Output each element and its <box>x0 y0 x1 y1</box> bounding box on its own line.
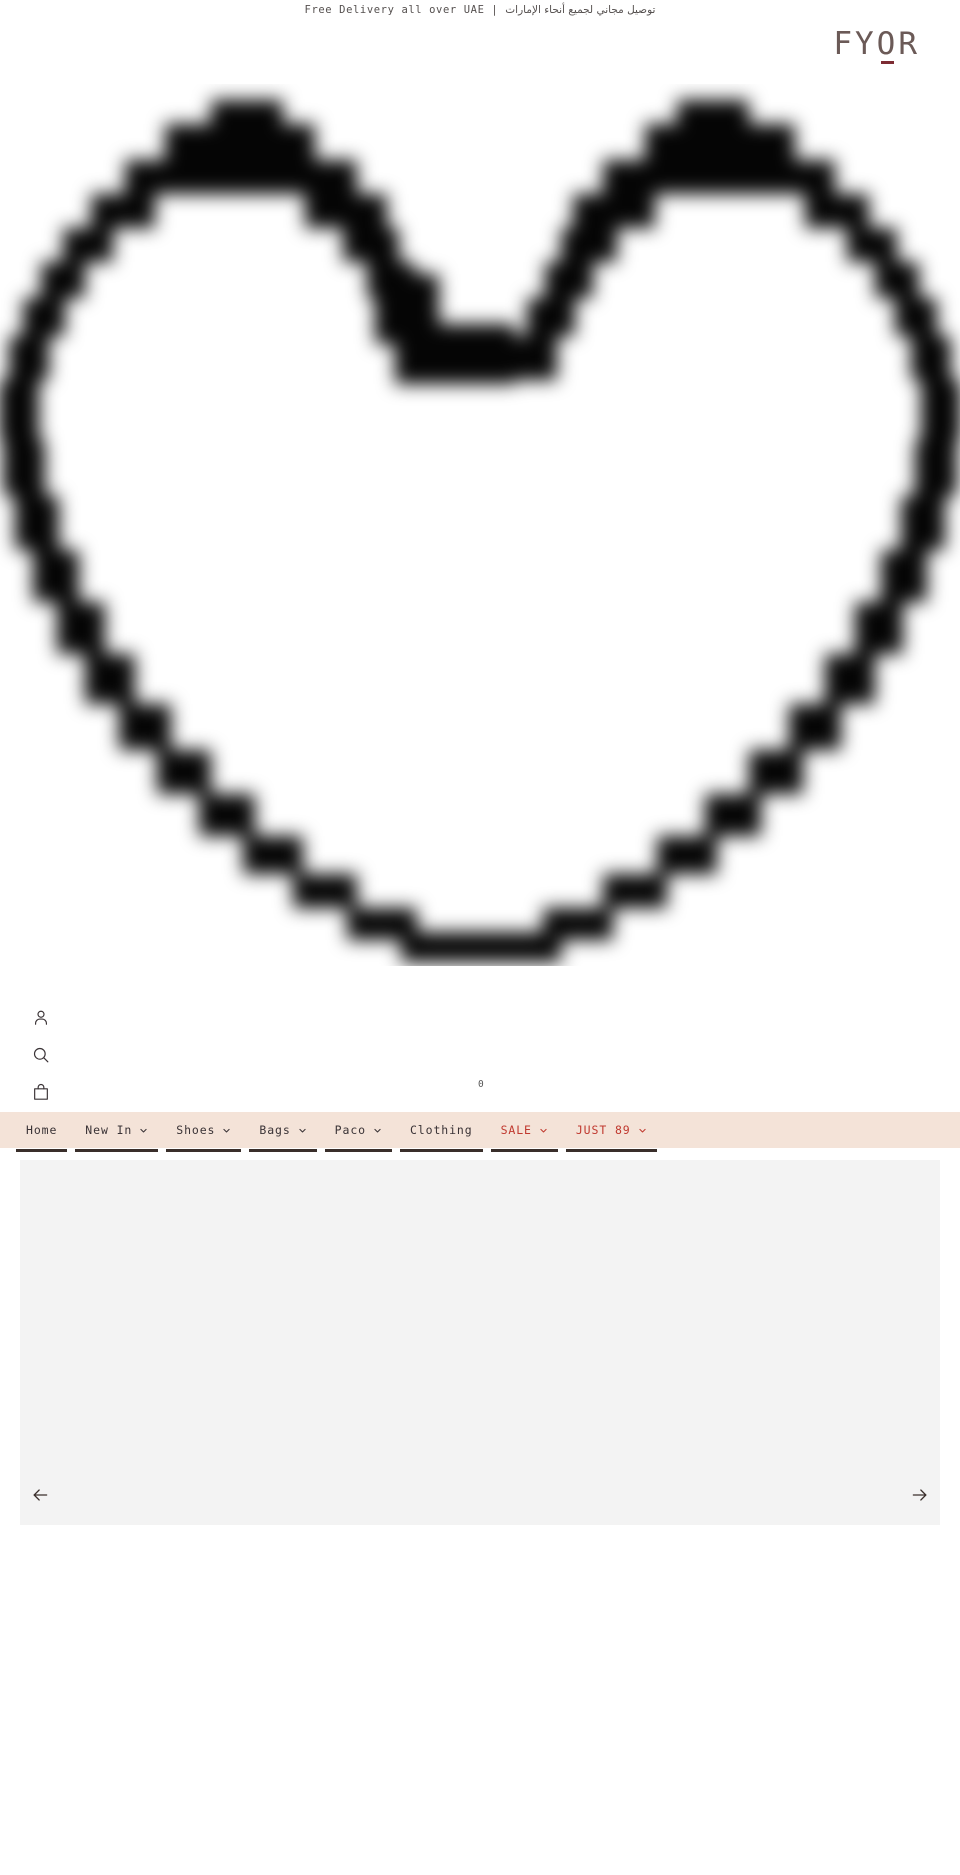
nav-item-just-89[interactable]: JUST 89 <box>562 1112 661 1152</box>
nav-underline <box>75 1149 159 1152</box>
nav-label: Paco <box>334 1123 366 1137</box>
chevron-down-icon <box>298 1126 307 1135</box>
announcement-bar: Free Delivery all over UAE | توصيل مجاني… <box>0 0 960 20</box>
hero-carousel[interactable] <box>20 1160 940 1525</box>
heart-image <box>0 84 960 966</box>
site-logo[interactable]: FYOR <box>833 26 920 64</box>
carousel-prev-arrow-icon[interactable] <box>26 1481 54 1509</box>
nav-underline <box>166 1149 242 1152</box>
nav-item-new-in[interactable]: New In <box>71 1112 162 1152</box>
nav-item-clothing[interactable]: Clothing <box>396 1112 487 1152</box>
chevron-down-icon <box>539 1126 548 1135</box>
nav-label: Clothing <box>409 1123 473 1137</box>
nav-underline <box>249 1149 317 1152</box>
nav-label: JUST 89 <box>575 1123 631 1137</box>
chevron-down-icon <box>222 1126 231 1135</box>
logo-label: FYOR <box>833 26 920 62</box>
logo-accent-underline <box>881 61 895 64</box>
account-icon[interactable] <box>28 1005 54 1031</box>
logo-text: FYOR <box>833 26 920 64</box>
nav-label: Shoes <box>176 1123 216 1137</box>
search-icon[interactable] <box>28 1042 54 1068</box>
cart-count-badge: 0 <box>478 1079 485 1090</box>
nav-label: Bags <box>259 1123 291 1137</box>
carousel-next-arrow-icon[interactable] <box>906 1481 934 1509</box>
nav-underline <box>16 1149 68 1152</box>
chevron-down-icon <box>139 1126 148 1135</box>
nav-label: New In <box>85 1123 133 1137</box>
nav-label: Home <box>26 1123 58 1137</box>
hero-banner[interactable] <box>0 84 960 966</box>
nav-label: SALE <box>500 1123 532 1137</box>
chevron-down-icon <box>638 1126 647 1135</box>
nav-item-sale[interactable]: SALE <box>487 1112 562 1152</box>
nav-underline <box>565 1149 657 1152</box>
nav-item-bags[interactable]: Bags <box>245 1112 320 1152</box>
nav-item-shoes[interactable]: Shoes <box>162 1112 245 1152</box>
nav-underline <box>324 1149 392 1152</box>
cart-icon[interactable] <box>28 1079 54 1105</box>
chevron-down-icon <box>373 1126 382 1135</box>
nav-item-paco[interactable]: Paco <box>321 1112 396 1152</box>
announcement-text-ar: توصيل مجاني لجميع أنحاء الإمارات <box>505 4 656 16</box>
announcement-text-en: Free Delivery all over UAE | <box>304 4 506 16</box>
main-navigation: Home New In Shoes Bags Paco Clothing SAL… <box>0 1112 960 1152</box>
announcement-text: Free Delivery all over UAE | توصيل مجاني… <box>305 4 656 16</box>
nav-underline <box>399 1149 483 1152</box>
nav-underline <box>490 1149 558 1152</box>
nav-item-home[interactable]: Home <box>12 1112 71 1152</box>
utility-icon-rail <box>28 1005 74 1105</box>
